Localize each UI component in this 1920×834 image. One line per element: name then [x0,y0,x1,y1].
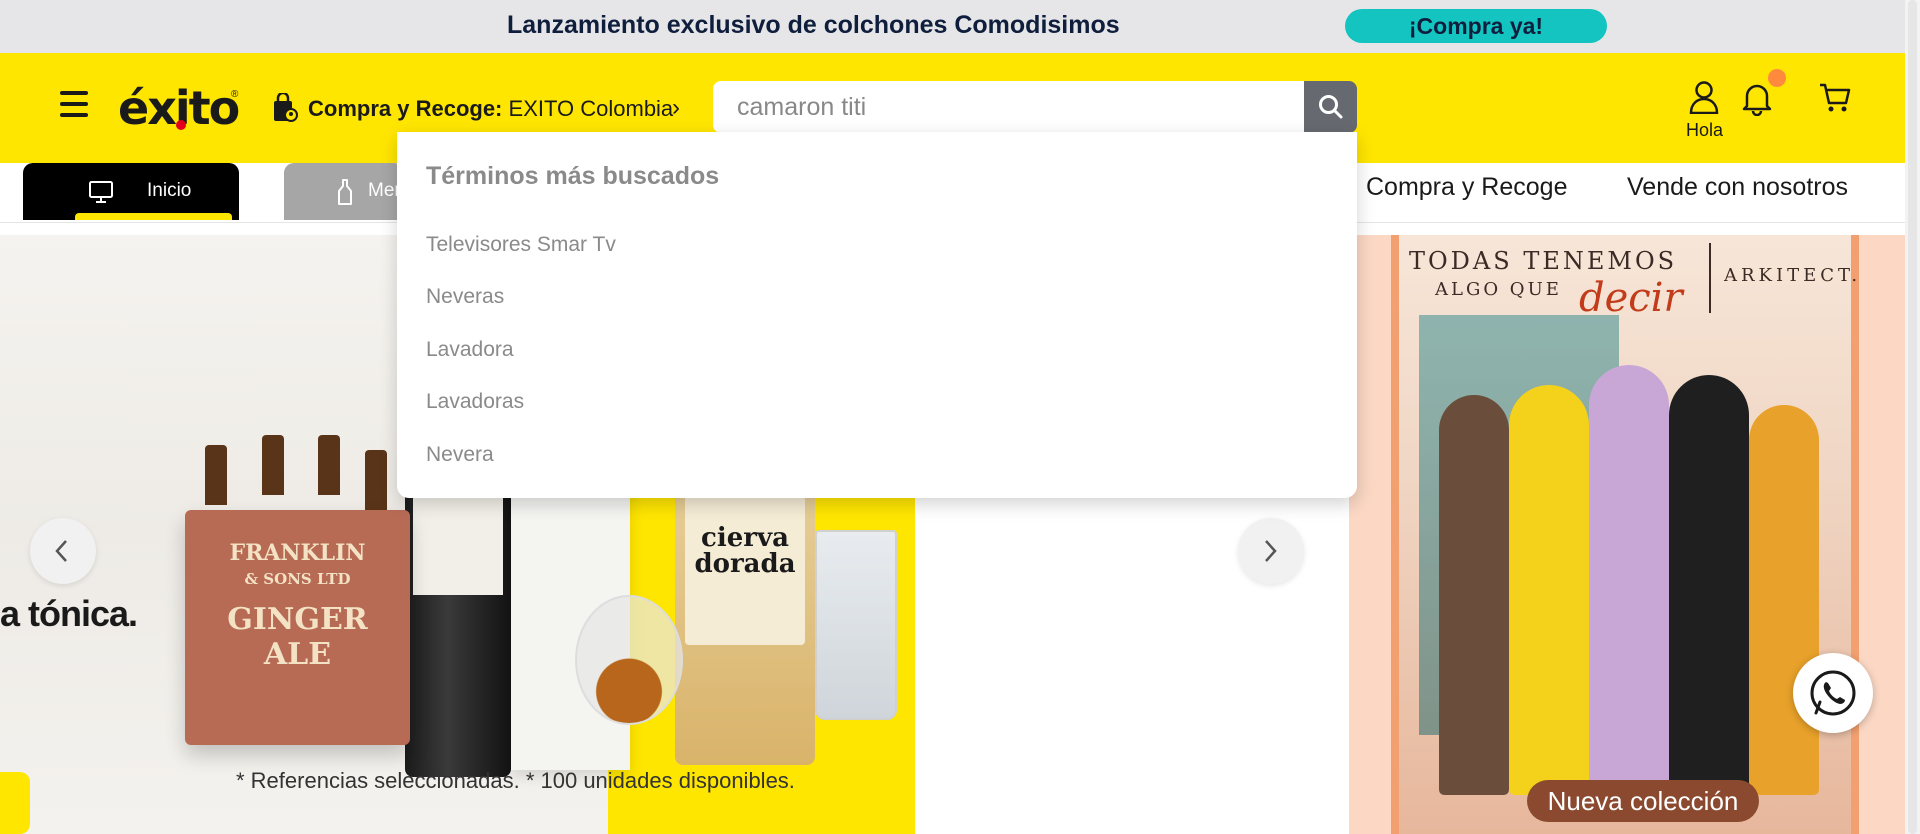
promo-model [1509,385,1589,795]
promo-model [1749,405,1819,795]
search-button[interactable] [1304,81,1357,133]
suggestion-item[interactable]: Televisores Smar Tv [426,233,616,257]
promo-model [1589,365,1669,795]
menu-icon[interactable] [60,91,88,121]
bell-icon[interactable] [1741,80,1773,116]
box-label-line: GINGER [227,602,368,637]
search-box [713,81,1304,133]
product-ice-glass [815,530,897,720]
promo-model [1439,395,1509,795]
promo-model [1669,375,1749,795]
product-glass [575,595,683,725]
promo-image: TODAS TENEMOS ALGO QUE decir ARKITECT. N… [1391,235,1859,834]
whatsapp-button[interactable] [1793,653,1873,733]
promo-headline-2: ALGO QUE [1435,279,1562,300]
promo-divider [1709,243,1711,313]
active-tab-indicator [75,213,232,220]
chevron-right-icon[interactable]: › [672,94,680,122]
cart-icon[interactable] [1818,81,1852,115]
store-selector-label: Compra y Recoge: [308,96,503,121]
search-suggestions-dropdown: Términos más buscados Televisores Smar T… [397,132,1357,498]
carousel-next-button[interactable] [1238,518,1304,584]
nav-link-compra-y-recoge[interactable]: Compra y Recoge [1366,173,1567,202]
bottle-neck [205,445,227,505]
monitor-icon [89,181,113,203]
suggestion-item[interactable]: Lavadoras [426,390,524,414]
box-label-line: FRANKLIN [229,540,366,566]
product-ginger-ale-pack: FRANKLIN & SONS LTD GINGER ALE [185,510,410,745]
whisky-label: cierva dorada [694,523,796,579]
bottle-neck [365,450,387,510]
page-scrollbar[interactable] [1905,0,1920,834]
bottle-icon [338,179,352,205]
promo-collection-badge: Nueva colección [1527,780,1759,822]
hero-disclaimer: * Referencias seleccionadas. * 100 unida… [236,768,795,793]
hero-side-tab[interactable] [0,772,30,834]
announcement-text: Lanzamiento exclusivo de colchones Comod… [507,11,1120,39]
logo-dot [176,120,186,130]
suggestion-item[interactable]: Nevera [426,443,494,467]
announcement-bar: Lanzamiento exclusivo de colchones Comod… [0,0,1905,53]
logo-registered-mark: ® [231,89,239,100]
page: Lanzamiento exclusivo de colchones Comod… [0,0,1920,834]
carousel-prev-button[interactable] [30,518,96,584]
user-greeting[interactable]: Hola [1686,120,1723,141]
buy-now-button[interactable]: ¡Compra ya! [1345,9,1607,43]
bottle-neck [262,435,284,495]
promo-headline-accent: decir [1579,275,1683,321]
promo-brand: ARKITECT. [1724,265,1862,286]
search-input[interactable] [737,89,1287,125]
tab-mercado[interactable]: Mercado [284,163,442,220]
notification-badge [1768,69,1786,87]
hero-tagline: a tónica. [0,593,138,634]
store-selector[interactable]: Compra y Recoge: EXITO Colombia [308,96,673,122]
scrollbar-thumb[interactable] [1908,0,1917,834]
bottle-neck [318,435,340,495]
store-selector-value: EXITO Colombia [508,96,674,121]
tab-inicio[interactable]: Inicio [23,163,239,220]
user-icon[interactable] [1688,80,1720,114]
promo-banner[interactable]: TODAS TENEMOS ALGO QUE decir ARKITECT. N… [1349,235,1905,834]
whatsapp-icon [1810,670,1856,716]
store-pickup-icon [274,93,298,122]
box-label-line: & SONS LTD [244,570,351,588]
nav-link-vende-con-nosotros[interactable]: Vende con nosotros [1627,173,1848,202]
suggestions-title: Términos más buscados [426,162,720,190]
box-label-line: ALE [263,637,332,672]
suggestion-item[interactable]: Lavadora [426,338,514,362]
tab-inicio-label: Inicio [147,180,192,201]
search-icon [1319,95,1343,119]
suggestion-item[interactable]: Neveras [426,285,504,309]
chevron-right-icon [1265,540,1277,562]
promo-headline: TODAS TENEMOS [1409,247,1678,275]
chevron-left-icon [55,540,67,562]
